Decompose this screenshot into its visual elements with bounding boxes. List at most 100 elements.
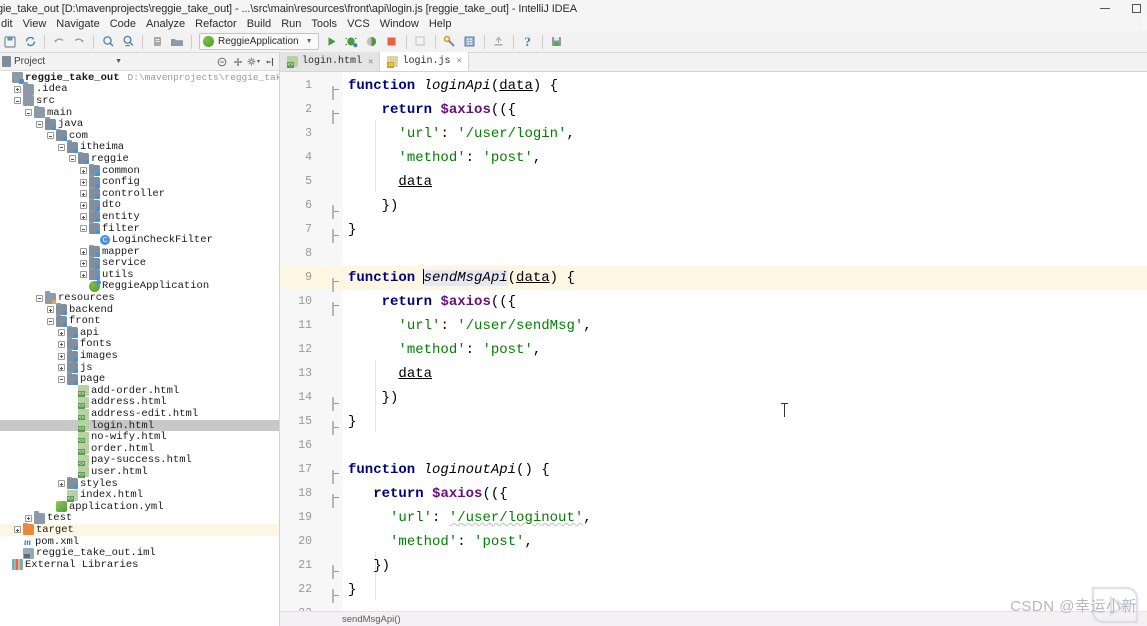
tree-node-com[interactable]: com	[0, 128, 279, 142]
close-icon[interactable]: ✕	[368, 57, 373, 67]
project-tree[interactable]: reggie_take_out D:\mavenprojects\reggie_t…	[0, 71, 279, 571]
collapse-icon[interactable]	[35, 120, 44, 129]
expand-icon[interactable]	[79, 178, 88, 187]
tree-node-api[interactable]: api	[0, 325, 279, 339]
fold-expanded-icon[interactable]	[325, 489, 334, 508]
tree-node-application-yml[interactable]: application.yml	[0, 501, 279, 513]
line-number-17[interactable]: 17	[280, 458, 342, 484]
line-number-18[interactable]: 18	[280, 482, 342, 508]
line-number-21[interactable]: 21	[280, 554, 342, 579]
close-icon[interactable]: ✕	[456, 56, 461, 66]
database-icon[interactable]	[460, 32, 480, 52]
tree-node-address-edit-html[interactable]: address-edit.html	[0, 408, 279, 421]
tree-node-reggie[interactable]: reggie	[0, 151, 279, 165]
fold-collapse-icon[interactable]	[325, 417, 334, 435]
menu-item-window[interactable]: Window	[375, 18, 424, 30]
code-editor[interactable]: 1234567891011121314151617181920212223 fu…	[280, 72, 1147, 626]
save-icon[interactable]	[547, 32, 567, 52]
code-line-2[interactable]: return $axios(({	[342, 98, 1147, 122]
collapse-icon[interactable]	[35, 294, 44, 303]
expand-icon[interactable]	[46, 305, 55, 314]
stop-icon[interactable]	[382, 32, 402, 52]
tree-node-reggieapplication[interactable]: ReggieApplication	[0, 279, 279, 292]
help-icon[interactable]: ?	[518, 32, 538, 52]
line-number-2[interactable]: 2	[280, 98, 342, 124]
collapse-all-icon[interactable]	[215, 55, 228, 68]
line-number-11[interactable]: 11	[280, 314, 342, 338]
code-line-10[interactable]: return $axios(({	[342, 290, 1147, 314]
menu-item-build[interactable]: Build	[242, 18, 276, 30]
menu-item-tools[interactable]: Tools	[306, 18, 342, 30]
tree-node-common[interactable]: common	[0, 163, 279, 177]
hide-icon[interactable]	[263, 55, 276, 68]
expand-icon[interactable]	[24, 514, 33, 523]
line-number-6[interactable]: 6	[280, 194, 342, 219]
line-number-14[interactable]: 14	[280, 386, 342, 411]
code-line-15[interactable]: }	[342, 410, 1147, 434]
menu-item-vcs[interactable]: VCS	[342, 18, 375, 30]
expand-icon[interactable]	[13, 525, 22, 534]
maximize-button[interactable]	[1132, 4, 1141, 13]
collapse-icon[interactable]	[68, 154, 77, 163]
fold-expanded-icon[interactable]	[325, 105, 334, 124]
fold-collapse-icon[interactable]	[325, 561, 334, 579]
expand-icon[interactable]	[79, 270, 88, 279]
line-number-1[interactable]: 1	[280, 74, 342, 100]
menu-item-analyze[interactable]: Analyze	[141, 18, 190, 30]
line-number-16[interactable]: 16	[280, 434, 342, 458]
line-number-3[interactable]: 3	[280, 122, 342, 146]
fold-expanded-icon[interactable]	[325, 465, 334, 484]
line-number-19[interactable]: 19	[280, 506, 342, 530]
code-line-11[interactable]: 'url': '/user/sendMsg',	[342, 314, 1147, 338]
menu-item-navigate[interactable]: Navigate	[51, 18, 104, 30]
tree-node-target[interactable]: target	[0, 522, 279, 536]
tree-node-js[interactable]: js	[0, 360, 279, 374]
tree-node-pom-xml[interactable]: m pom.xml	[0, 536, 279, 548]
line-number-13[interactable]: 13	[280, 362, 342, 386]
code-line-4[interactable]: 'method': 'post',	[342, 146, 1147, 170]
menu-item-dit[interactable]: dit	[0, 18, 18, 30]
tree-node-reggie-take-out[interactable]: reggie_take_out D:\mavenprojects\reggie_t…	[0, 72, 279, 85]
code-line-14[interactable]: })	[342, 386, 1147, 410]
debug-icon[interactable]	[342, 32, 362, 52]
expand-icon[interactable]	[79, 247, 88, 256]
tree-node-dto[interactable]: dto	[0, 198, 279, 211]
run-icon[interactable]	[322, 32, 342, 52]
line-number-20[interactable]: 20	[280, 530, 342, 554]
sync-icon[interactable]	[20, 32, 40, 52]
tree-node-index-html[interactable]: index.html	[0, 489, 279, 502]
line-number-9[interactable]: 9	[280, 266, 342, 292]
collapse-icon[interactable]	[46, 317, 55, 326]
tree-node-login-html[interactable]: login.html	[0, 420, 279, 433]
tree-node-java[interactable]: java	[0, 117, 279, 130]
collapse-icon[interactable]	[57, 143, 66, 152]
tree-node-front[interactable]: front	[0, 314, 279, 327]
find-usages-icon[interactable]	[118, 32, 138, 52]
code-line-1[interactable]: function loginApi(data) {	[342, 74, 1147, 98]
expand-icon[interactable]	[13, 85, 22, 94]
collapse-icon[interactable]	[79, 224, 88, 233]
tree-node-logincheckfilter[interactable]: C LoginCheckFilter	[0, 234, 279, 246]
tree-node-main[interactable]: main	[0, 105, 279, 119]
code-line-17[interactable]: function loginoutApi() {	[342, 458, 1147, 482]
editor-tab-login-html[interactable]: login.html ✕	[280, 52, 381, 71]
menu-item-refactor[interactable]: Refactor	[190, 18, 242, 30]
tree-node-address-html[interactable]: address.html	[0, 396, 279, 409]
tree-node-external-libraries[interactable]: External Libraries	[0, 559, 279, 571]
run-with-coverage-icon[interactable]	[362, 32, 382, 52]
back-arrow-icon[interactable]	[49, 32, 69, 52]
tree-node-reggie-take-out-iml[interactable]: reggie_take_out.iml	[0, 547, 279, 559]
tree-node-add-order-html[interactable]: add-order.html	[0, 385, 279, 398]
line-number-22[interactable]: 22	[280, 578, 342, 603]
tree-node--idea[interactable]: .idea	[0, 82, 279, 95]
run-configuration-selector[interactable]: ReggieApplication ▼	[199, 33, 319, 50]
chevron-down-icon[interactable]: ▼	[115, 58, 122, 65]
editor-tab-login-js[interactable]: login.js ✕	[380, 52, 469, 71]
fold-collapse-icon[interactable]	[325, 585, 334, 603]
line-number-7[interactable]: 7	[280, 218, 342, 243]
expand-icon[interactable]	[79, 201, 88, 210]
save-all-icon[interactable]	[0, 32, 20, 52]
tree-node-controller[interactable]: controller	[0, 186, 279, 200]
expand-icon[interactable]	[57, 352, 66, 361]
fold-expanded-icon[interactable]	[325, 81, 334, 100]
